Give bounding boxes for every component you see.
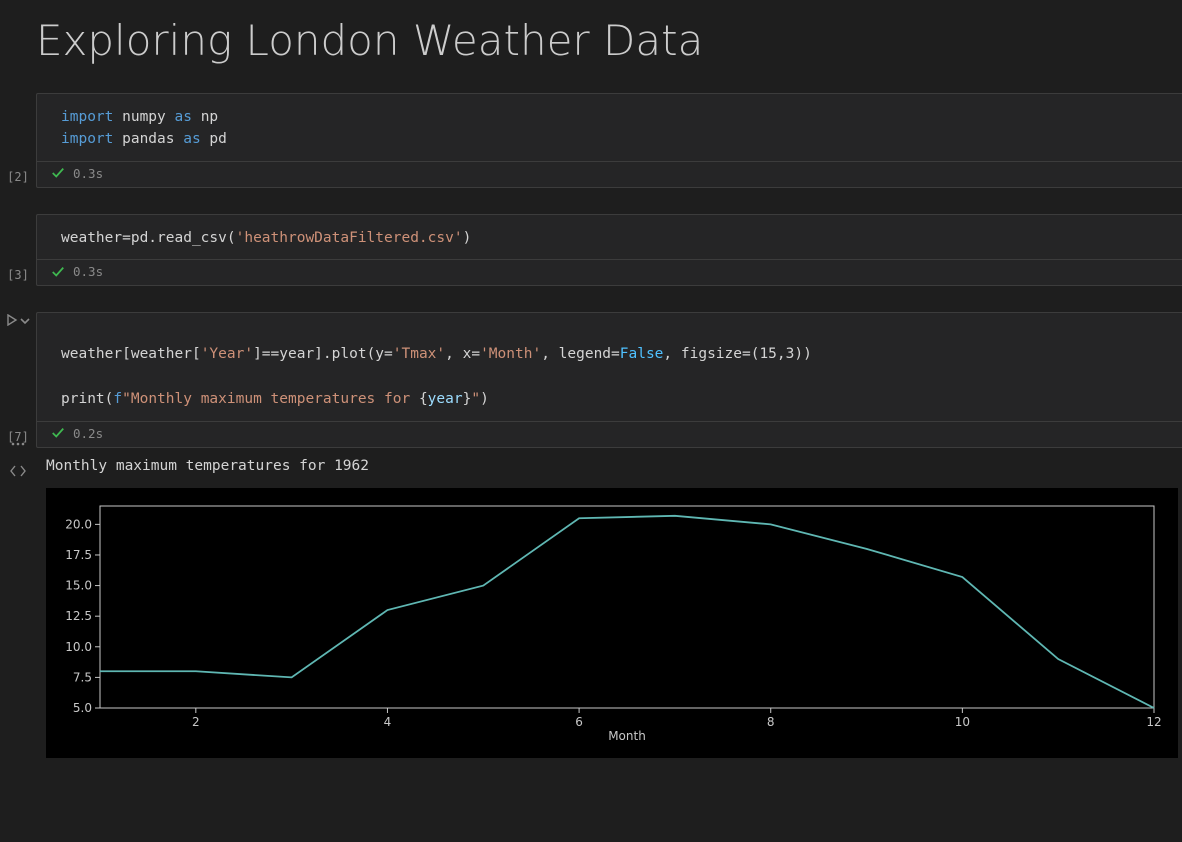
exec-count: [3] [7, 268, 29, 282]
cell-exec-time: 0.3s [73, 264, 103, 279]
stdout-output: Monthly maximum temperatures for 1962 [36, 430, 1182, 482]
run-cell-icon[interactable] [6, 314, 18, 329]
toggle-output-icon[interactable] [10, 463, 26, 482]
code-cell[interactable]: import numpy as np import pandas as pd 0… [36, 93, 1182, 188]
code-editor[interactable]: import numpy as np import pandas as pd [37, 94, 1182, 161]
svg-text:Month: Month [608, 729, 646, 743]
chart-output: 5.0 7.5 10.0 12.5 15.0 17.5 20.0 2 4 6 8 10 12 Month [46, 488, 1178, 758]
svg-text:15.0: 15.0 [65, 578, 92, 592]
exec-count: [2] [7, 170, 29, 184]
svg-text:7.5: 7.5 [73, 670, 92, 684]
svg-text:12.5: 12.5 [65, 609, 92, 623]
svg-text:20.0: 20.0 [65, 517, 92, 531]
svg-text:4: 4 [384, 715, 392, 729]
cell-status: 0.3s [37, 259, 1182, 285]
cell-gutter: [2] [0, 93, 36, 188]
cell-status: 0.3s [37, 161, 1182, 187]
chevron-down-icon[interactable] [20, 315, 30, 329]
chart-gutter [0, 482, 36, 758]
notebook-cell: [2] import numpy as np import pandas as … [0, 93, 1182, 188]
cell-gutter: [3] [0, 214, 36, 286]
code-editor[interactable]: weather=pd.read_csv('heathrowDataFiltere… [37, 215, 1182, 259]
cell-exec-time: 0.3s [73, 166, 103, 181]
svg-text:6: 6 [575, 715, 583, 729]
notebook-cell: [7] weather[weather['Year']==year].plot(… [0, 312, 1182, 447]
code-cell[interactable]: weather=pd.read_csv('heathrowDataFiltere… [36, 214, 1182, 286]
more-options-icon[interactable] [10, 436, 26, 455]
svg-text:10: 10 [955, 715, 970, 729]
code-editor[interactable]: weather[weather['Year']==year].plot(y='T… [37, 313, 1182, 420]
svg-text:2: 2 [192, 715, 200, 729]
svg-text:17.5: 17.5 [65, 548, 92, 562]
success-check-icon [51, 265, 65, 279]
success-check-icon [51, 166, 65, 180]
svg-text:12: 12 [1146, 715, 1161, 729]
notebook-cell: [3] weather=pd.read_csv('heathrowDataFil… [0, 214, 1182, 286]
code-cell[interactable]: weather[weather['Year']==year].plot(y='T… [36, 312, 1182, 447]
output-gutter [0, 430, 36, 482]
svg-text:5.0: 5.0 [73, 701, 92, 715]
svg-text:10.0: 10.0 [65, 640, 92, 654]
page-title: Exploring London Weather Data [36, 16, 1182, 65]
svg-text:8: 8 [767, 715, 775, 729]
cell-gutter: [7] [0, 312, 36, 447]
line-chart: 5.0 7.5 10.0 12.5 15.0 17.5 20.0 2 4 6 8 10 12 Month [52, 498, 1162, 744]
